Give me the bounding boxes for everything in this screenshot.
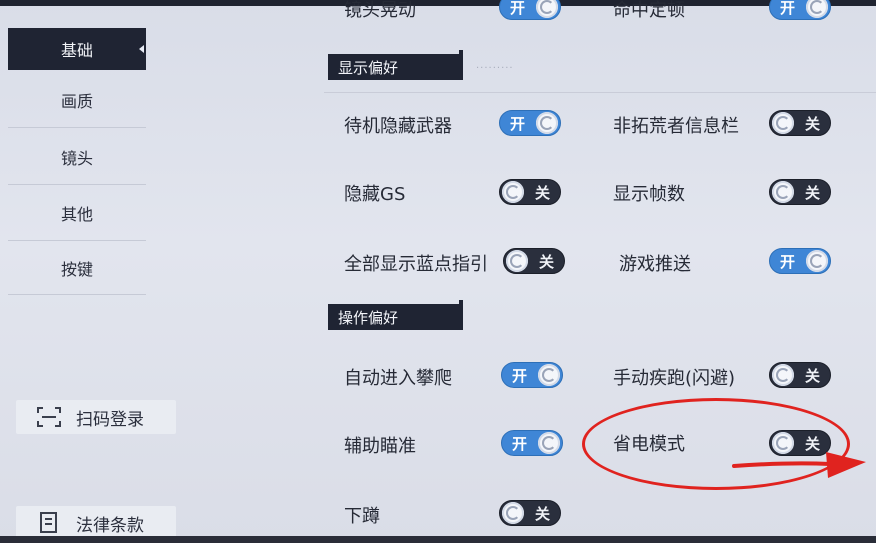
toggle-camera-shake[interactable]: 开 [499,0,561,20]
sidebar: 基础 画质 镜头 其他 按键 扫码登录 法律条款 [0,0,176,543]
setting-label-auto-climb: 自动进入攀爬 [344,368,452,389]
scan-icon [36,406,62,428]
sidebar-item-other[interactable]: 其他 [8,185,146,241]
setting-label-hide-gs: 隐藏GS [344,184,406,205]
toggle-state-text: 开 [512,434,528,453]
setting-label-show-fps: 显示帧数 [613,184,685,205]
annotation-arrow [732,452,866,478]
toggle-state-text: 开 [780,252,796,271]
sidebar-item-label: 基础 [60,41,93,60]
toggle-knob [772,364,794,386]
toggle-hit-stop[interactable]: 开 [769,0,831,20]
section-title: 显示偏好 [338,58,399,77]
bottom-frame [0,536,876,543]
toggle-state-text: 开 [780,0,796,17]
toggle-knob [538,364,560,386]
toggle-non-pioneer-info[interactable]: 关 [769,110,831,136]
toggle-state-text: 开 [510,0,526,17]
document-icon [36,512,62,534]
setting-label-aim-assist: 辅助瞄准 [344,436,416,457]
section-header-operation: 操作偏好 [328,300,463,330]
toggle-state-text: 关 [538,252,554,271]
toggle-game-push[interactable]: 开 [769,248,831,274]
sidebar-item-keys[interactable]: 按键 [8,241,146,295]
section-title: 操作偏好 [338,308,399,327]
toggle-auto-climb[interactable]: 开 [501,362,563,388]
setting-label-power-saving: 省电模式 [613,434,685,455]
setting-label-manual-sprint: 手动疾跑(闪避) [613,368,736,389]
toggle-state-text: 开 [510,114,526,133]
sidebar-item-label: 按键 [60,259,93,279]
toggle-hide-weapon[interactable]: 开 [499,110,561,136]
toggle-knob [806,0,828,18]
toggle-show-fps[interactable]: 关 [769,179,831,205]
toggle-knob [806,250,828,272]
toggle-aim-assist[interactable]: 开 [501,430,563,456]
legal-terms-label: 法律条款 [76,515,144,536]
setting-label-camera-shake: 镜头晃动 [344,0,416,21]
toggle-state-text: 关 [804,366,820,385]
toggle-state-text: 关 [804,183,820,202]
setting-label-crouch: 下蹲 [344,506,380,527]
toggle-state-text: 关 [534,183,550,202]
toggle-knob [772,181,794,203]
setting-label-blue-dot-guide: 全部显示蓝点指引 [344,254,488,275]
sidebar-item-graphics[interactable]: 画质 [8,72,146,128]
toggle-knob [536,112,558,134]
toggle-knob [506,250,528,272]
toggle-state-text: 关 [534,504,550,523]
toggle-knob [536,0,558,18]
section-divider [324,92,876,93]
scan-login-button[interactable]: 扫码登录 [16,400,176,434]
toggle-crouch[interactable]: 关 [499,500,561,526]
toggle-knob [538,432,560,454]
toggle-manual-sprint[interactable]: 关 [769,362,831,388]
toggle-state-text: 开 [512,366,528,385]
setting-label-non-pioneer-info: 非拓荒者信息栏 [613,116,739,137]
setting-label-hit-stop: 命中定顿 [613,0,685,21]
setting-label-hide-weapon: 待机隐藏武器 [344,116,452,137]
toggle-blue-dot-guide[interactable]: 关 [503,248,565,274]
toggle-hide-gs[interactable]: 关 [499,179,561,205]
legal-terms-button[interactable]: 法律条款 [16,506,176,540]
toggle-knob [502,181,524,203]
toggle-knob [772,112,794,134]
sidebar-item-label: 镜头 [60,148,93,168]
sidebar-item-label: 其他 [60,204,93,224]
sidebar-item-label: 画质 [60,91,93,111]
section-header-display: 显示偏好 [328,50,463,80]
scan-login-label: 扫码登录 [76,409,144,430]
section-dots: ········· [476,63,514,74]
sidebar-item-basic[interactable]: 基础 [8,28,146,70]
sidebar-item-camera[interactable]: 镜头 [8,129,146,185]
setting-label-game-push: 游戏推送 [619,254,691,275]
toggle-state-text: 关 [804,114,820,133]
toggle-knob [502,502,524,524]
